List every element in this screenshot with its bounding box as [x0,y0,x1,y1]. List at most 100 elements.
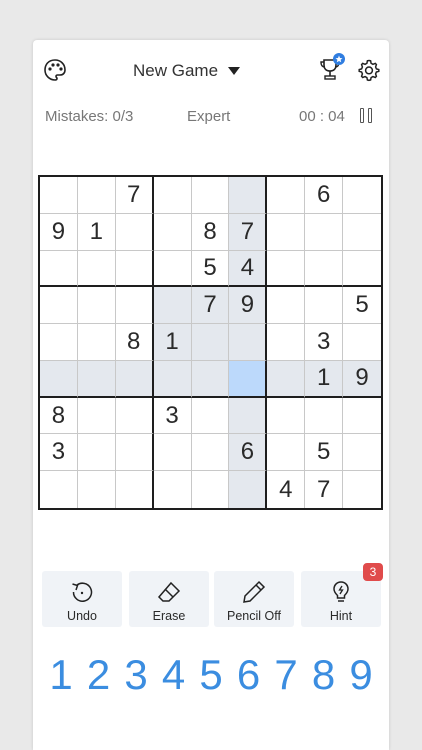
sudoku-cell[interactable]: 3 [153,397,192,435]
new-game-dropdown[interactable]: New Game [133,58,293,84]
undo-icon [72,582,93,602]
sudoku-cell[interactable] [191,397,230,435]
sudoku-cell[interactable]: 4 [229,250,268,288]
sudoku-cell[interactable]: 5 [343,287,381,325]
sudoku-cell[interactable] [305,287,344,325]
sudoku-cell[interactable] [40,324,78,361]
number-button-8[interactable]: 8 [306,650,342,700]
sudoku-cell[interactable] [229,360,268,398]
settings-button[interactable] [356,57,382,83]
sudoku-cell[interactable] [267,324,306,361]
sudoku-cell[interactable] [40,471,78,508]
sudoku-cell[interactable] [267,397,306,435]
sudoku-cell[interactable] [77,177,116,214]
sudoku-cell[interactable]: 3 [305,324,344,361]
sudoku-cell[interactable] [77,397,116,435]
sudoku-cell[interactable] [191,434,230,472]
sudoku-cell[interactable] [267,250,306,288]
sudoku-cell[interactable]: 1 [153,324,192,361]
pause-button[interactable] [359,108,377,126]
sudoku-cell[interactable] [153,360,192,398]
sudoku-cell[interactable] [229,324,268,361]
sudoku-cell[interactable]: 9 [40,213,78,251]
sudoku-cell[interactable] [343,251,381,288]
sudoku-cell[interactable] [305,250,344,288]
sudoku-cell[interactable] [77,287,116,325]
sudoku-cell[interactable] [153,287,192,325]
theme-button[interactable] [41,56,69,84]
sudoku-cell[interactable] [40,250,78,288]
sudoku-cell[interactable] [115,250,154,288]
sudoku-cell[interactable] [191,177,230,214]
sudoku-cell[interactable]: 1 [305,360,344,398]
number-button-6[interactable]: 6 [231,650,267,700]
sudoku-cell[interactable]: 1 [77,213,116,251]
sudoku-cell[interactable] [78,471,116,508]
sudoku-cell[interactable] [229,177,268,214]
sudoku-cell[interactable] [305,213,344,251]
sudoku-cell[interactable] [115,287,154,325]
sudoku-cell[interactable] [267,360,306,398]
sudoku-cell[interactable] [191,360,230,398]
number-button-7[interactable]: 7 [268,650,304,700]
sudoku-cell[interactable] [267,434,306,472]
sudoku-cell[interactable] [153,250,192,288]
sudoku-cell[interactable] [154,471,192,508]
sudoku-cell[interactable]: 5 [305,434,344,472]
sudoku-cell[interactable] [116,471,154,508]
sudoku-cell[interactable] [77,434,116,472]
sudoku-cell[interactable] [305,397,344,435]
sudoku-cell[interactable] [343,214,381,251]
sudoku-cell[interactable]: 8 [115,324,154,361]
sudoku-cell[interactable] [192,471,230,508]
sudoku-cell[interactable] [40,287,78,325]
sudoku-cell[interactable] [40,177,78,214]
sudoku-cell[interactable]: 5 [191,250,230,288]
sudoku-cell[interactable] [77,360,116,398]
sudoku-cell[interactable] [267,177,306,214]
number-button-2[interactable]: 2 [81,650,117,700]
sudoku-cell[interactable] [153,434,192,472]
sudoku-cell[interactable]: 4 [267,471,306,508]
number-button-1[interactable]: 1 [43,650,79,700]
trophy-button[interactable] [315,52,347,84]
sudoku-cell[interactable] [343,434,381,472]
sudoku-cell[interactable] [115,213,154,251]
sudoku-cell[interactable] [77,250,116,288]
sudoku-cell[interactable] [115,360,154,398]
number-button-3[interactable]: 3 [118,650,154,700]
undo-button[interactable]: Undo [42,571,122,627]
sudoku-cell[interactable]: 6 [305,177,344,214]
sudoku-cell[interactable]: 9 [343,360,381,398]
number-button-9[interactable]: 9 [343,650,379,700]
number-button-4[interactable]: 4 [156,650,192,700]
sudoku-cell[interactable] [40,360,78,398]
sudoku-cell[interactable]: 7 [305,471,344,508]
sudoku-cell[interactable] [115,397,154,435]
sudoku-cell[interactable] [229,471,268,508]
sudoku-cell[interactable] [153,177,192,214]
hint-button[interactable]: Hint 3 [301,563,383,627]
sudoku-cell[interactable] [267,287,306,325]
sudoku-cell[interactable] [343,471,381,508]
sudoku-cell[interactable]: 3 [40,434,78,472]
number-button-5[interactable]: 5 [193,650,229,700]
sudoku-cell[interactable] [267,213,306,251]
sudoku-cell[interactable]: 7 [229,213,268,251]
sudoku-cell[interactable] [77,324,116,361]
sudoku-cell[interactable]: 7 [115,177,154,214]
sudoku-cell[interactable] [115,434,154,472]
sudoku-cell[interactable]: 8 [40,397,78,435]
sudoku-cell[interactable]: 9 [229,287,268,325]
sudoku-cell[interactable] [343,398,381,435]
sudoku-cell[interactable] [343,177,381,214]
sudoku-cell[interactable] [229,397,268,435]
sudoku-cell[interactable] [153,213,192,251]
sudoku-cell[interactable] [191,324,230,361]
sudoku-cell[interactable]: 8 [191,213,230,251]
sudoku-cell[interactable]: 6 [229,434,268,472]
sudoku-cell[interactable]: 7 [191,287,230,325]
pencil-toggle-button[interactable]: Pencil Off [214,571,294,627]
sudoku-cell[interactable] [343,324,381,361]
erase-button[interactable]: Erase [129,571,209,627]
